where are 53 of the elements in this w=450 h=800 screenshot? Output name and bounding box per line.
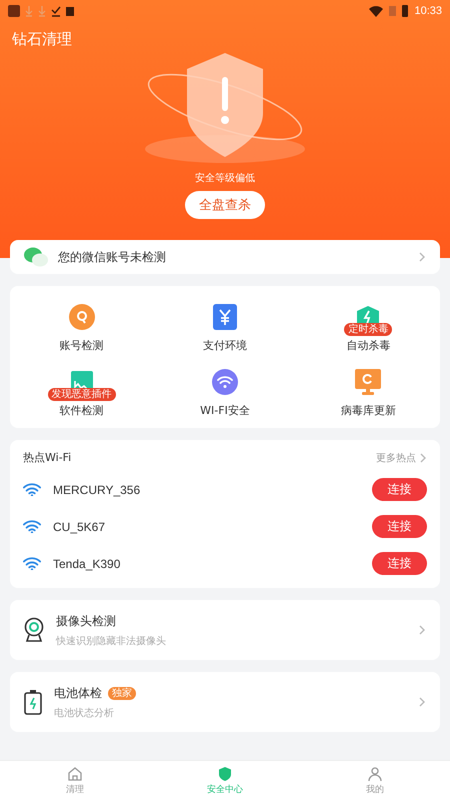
- check-icon: [51, 5, 61, 17]
- monitor-refresh-icon: [355, 369, 382, 395]
- tool-label[interactable]: 账号检测: [60, 338, 104, 353]
- chevron-icon: [419, 697, 426, 707]
- battery-icon: [24, 689, 42, 715]
- chevron-icon: [419, 252, 426, 262]
- wechat-icon: [24, 247, 48, 267]
- home-icon: [67, 766, 83, 782]
- tool-label[interactable]: 支付环境: [202, 338, 247, 353]
- app-title: 钻石清理: [11, 29, 73, 49]
- battery-status-icon: [402, 5, 408, 17]
- wechat-notice-text: 您的微信账号未检测: [58, 248, 167, 266]
- webcam-icon: [24, 617, 44, 643]
- security-level-text: 安全等级偏低: [195, 172, 255, 185]
- exclusive-tag: 独家: [108, 686, 136, 700]
- tool-label[interactable]: WI-FI安全: [200, 403, 250, 418]
- connect-button[interactable]: 连接: [372, 515, 427, 538]
- network-name: MERCURY_356: [53, 482, 142, 496]
- network-name: CU_5K67: [53, 520, 106, 534]
- network-name: Tenda_K390: [53, 556, 122, 570]
- chevron-icon: [419, 625, 426, 635]
- wifi-icon: [23, 520, 41, 534]
- chevron-icon: [420, 452, 427, 462]
- tool-badge: 定时杀毒: [344, 323, 392, 336]
- download-icon: [38, 5, 46, 17]
- feature-subtitle: 电池状态分析: [54, 706, 115, 720]
- wechat-notice[interactable]: 您的微信账号未检测: [10, 240, 440, 274]
- full-scan-button[interactable]: 全盘查杀: [185, 191, 265, 219]
- wifi-icon: [212, 369, 238, 395]
- tool-label[interactable]: 病毒库更新: [340, 403, 396, 418]
- app-square-icon: [8, 5, 20, 17]
- yen-icon: [212, 304, 237, 330]
- feature-card[interactable]: 摄像头检测 快速识别隐藏非法摄像头: [10, 600, 440, 660]
- user-icon: [367, 766, 383, 782]
- feature-title: 电池体检: [54, 684, 102, 702]
- feature-title: 摄像头检测: [56, 612, 116, 630]
- status-time: 10:33: [414, 5, 442, 17]
- feature-subtitle: 快速识别隐藏非法摄像头: [56, 634, 167, 648]
- wifi-icon: [23, 482, 41, 496]
- shield-icon: [217, 766, 233, 782]
- wifi-icon: [23, 556, 41, 570]
- hotspot-title: 热点Wi-Fi: [23, 450, 72, 465]
- connect-button[interactable]: 连接: [372, 552, 427, 575]
- wifi-signal-icon: [369, 6, 384, 16]
- feature-card[interactable]: 电池体检 独家 电池状态分析: [10, 672, 440, 732]
- square-icon: [66, 6, 74, 16]
- connect-button[interactable]: 连接: [372, 478, 427, 501]
- tool-label[interactable]: 自动杀毒: [346, 338, 390, 353]
- download-icon: [25, 5, 33, 17]
- tool-badge: 发现恶意插件: [48, 388, 116, 401]
- tool-label[interactable]: 软件检测: [60, 403, 104, 418]
- search-icon: [68, 304, 95, 330]
- sim-icon: [389, 6, 396, 16]
